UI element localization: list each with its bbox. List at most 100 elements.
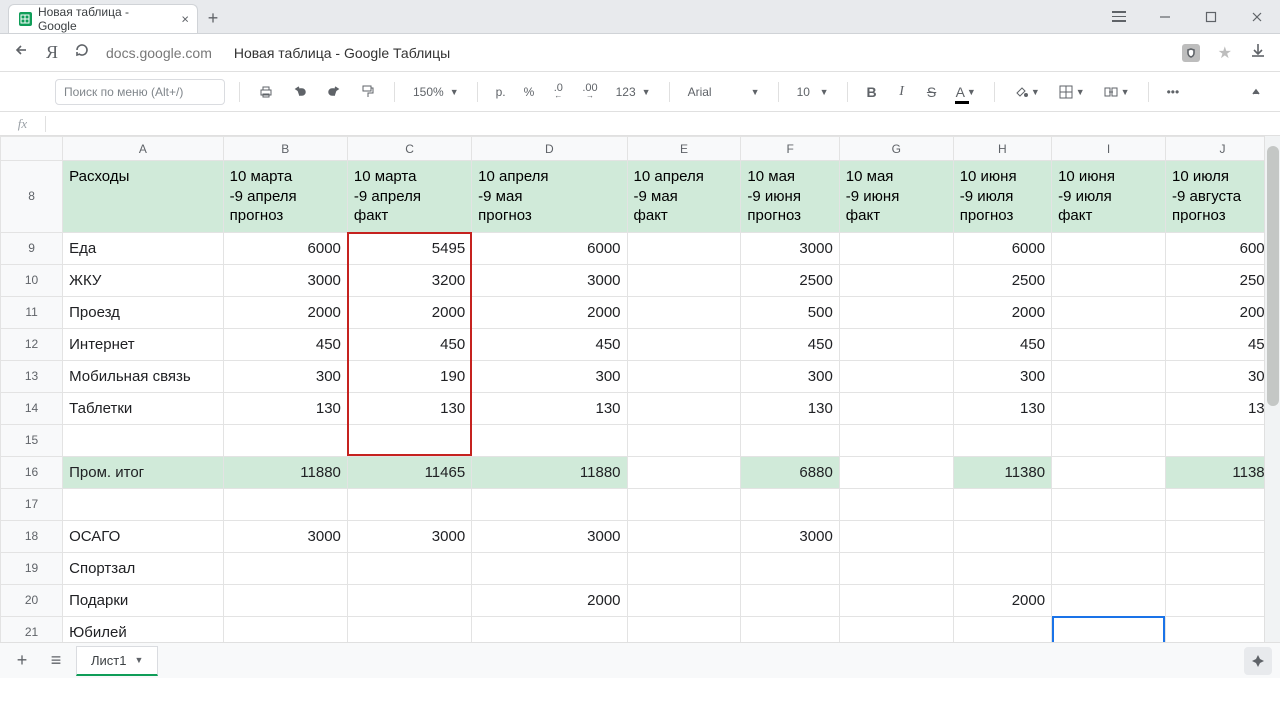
cell[interactable] <box>627 296 741 328</box>
row-header[interactable]: 8 <box>1 161 63 233</box>
cell[interactable] <box>627 360 741 392</box>
cell[interactable]: Интернет <box>63 328 224 360</box>
decrease-decimal-button[interactable]: .0← <box>548 79 568 105</box>
tab-close-icon[interactable]: × <box>181 12 189 27</box>
cell[interactable] <box>1052 488 1166 520</box>
cell[interactable]: 3000 <box>741 520 839 552</box>
back-button[interactable] <box>14 42 30 63</box>
bookmark-star-icon[interactable]: ★ <box>1218 43 1232 63</box>
cell[interactable] <box>1052 392 1166 424</box>
column-header[interactable]: B <box>223 137 347 161</box>
cell[interactable]: 2000 <box>953 584 1051 616</box>
cell[interactable]: 2000 <box>1165 296 1279 328</box>
header-cell[interactable]: Расходы <box>63 161 224 233</box>
font-family-select[interactable]: Arial▼ <box>684 85 764 99</box>
cell[interactable] <box>1052 296 1166 328</box>
window-close-button[interactable] <box>1234 0 1280 33</box>
cell[interactable] <box>1052 552 1166 584</box>
cell[interactable] <box>1052 424 1166 456</box>
cell[interactable] <box>627 264 741 296</box>
window-maximize-button[interactable] <box>1188 0 1234 33</box>
cell[interactable]: 2000 <box>953 296 1051 328</box>
row-header[interactable]: 15 <box>1 424 63 456</box>
cell[interactable]: 2000 <box>472 296 627 328</box>
cell[interactable] <box>953 424 1051 456</box>
cell[interactable]: 190 <box>347 360 471 392</box>
row-header[interactable]: 17 <box>1 488 63 520</box>
cell[interactable]: 6000 <box>472 232 627 264</box>
row-header[interactable]: 10 <box>1 264 63 296</box>
cell[interactable] <box>1052 456 1166 488</box>
cell[interactable] <box>741 424 839 456</box>
cell[interactable]: Спортзал <box>63 552 224 584</box>
row-header[interactable]: 13 <box>1 360 63 392</box>
cell[interactable] <box>839 424 953 456</box>
cell[interactable] <box>347 488 471 520</box>
cell[interactable]: Пром. итог <box>63 456 224 488</box>
cell[interactable]: 2000 <box>347 296 471 328</box>
cell[interactable] <box>347 584 471 616</box>
cell[interactable] <box>1165 488 1279 520</box>
column-header[interactable]: H <box>953 137 1051 161</box>
cell[interactable] <box>472 488 627 520</box>
cell[interactable]: Подарки <box>63 584 224 616</box>
cell[interactable]: 5495 <box>347 232 471 264</box>
cell[interactable]: 500 <box>741 296 839 328</box>
cell[interactable]: 11880 <box>223 456 347 488</box>
cell[interactable]: 3000 <box>472 520 627 552</box>
cell[interactable]: 11380 <box>953 456 1051 488</box>
cell[interactable] <box>839 520 953 552</box>
cell[interactable] <box>1052 520 1166 552</box>
cell[interactable] <box>953 552 1051 584</box>
cell[interactable] <box>1165 584 1279 616</box>
column-header[interactable] <box>1 137 63 161</box>
cell[interactable] <box>839 488 953 520</box>
cell[interactable]: 6000 <box>953 232 1051 264</box>
cell[interactable]: Проезд <box>63 296 224 328</box>
cell[interactable] <box>627 488 741 520</box>
sheet-tab[interactable]: Лист1▼ <box>76 646 158 676</box>
cell[interactable]: 11380 <box>1165 456 1279 488</box>
cell[interactable]: 3000 <box>223 520 347 552</box>
cell[interactable] <box>741 584 839 616</box>
cell[interactable]: 3000 <box>472 264 627 296</box>
row-header[interactable]: 11 <box>1 296 63 328</box>
cell[interactable] <box>627 392 741 424</box>
row-header[interactable]: 12 <box>1 328 63 360</box>
cell[interactable] <box>839 392 953 424</box>
browser-menu-icon[interactable] <box>1096 0 1142 33</box>
cell[interactable] <box>627 328 741 360</box>
all-sheets-button[interactable]: ≡ <box>42 647 70 675</box>
new-tab-button[interactable]: + <box>198 4 228 33</box>
row-header[interactable]: 9 <box>1 232 63 264</box>
cell[interactable] <box>1165 552 1279 584</box>
cell[interactable] <box>627 456 741 488</box>
vertical-scrollbar[interactable] <box>1264 136 1280 678</box>
protect-icon[interactable] <box>1182 44 1200 62</box>
cell[interactable]: 3000 <box>223 264 347 296</box>
column-header[interactable]: D <box>472 137 627 161</box>
cell[interactable] <box>627 552 741 584</box>
row-header[interactable]: 20 <box>1 584 63 616</box>
cell[interactable] <box>1165 520 1279 552</box>
cell[interactable] <box>223 552 347 584</box>
paint-format-button[interactable] <box>356 79 380 105</box>
header-cell[interactable]: 10 марта-9 апреляфакт <box>347 161 471 233</box>
column-header[interactable]: G <box>839 137 953 161</box>
increase-decimal-button[interactable]: .00→ <box>578 79 601 105</box>
cell[interactable] <box>953 488 1051 520</box>
column-header[interactable]: F <box>741 137 839 161</box>
cell[interactable] <box>627 424 741 456</box>
cell[interactable]: 130 <box>953 392 1051 424</box>
cell[interactable]: 11880 <box>472 456 627 488</box>
cell[interactable] <box>1052 360 1166 392</box>
cell[interactable]: 450 <box>953 328 1051 360</box>
cell[interactable]: 6000 <box>223 232 347 264</box>
cell[interactable]: 2500 <box>741 264 839 296</box>
cell[interactable] <box>472 552 627 584</box>
cell[interactable] <box>1052 584 1166 616</box>
cell[interactable] <box>741 488 839 520</box>
borders-button[interactable]: ▼ <box>1054 79 1089 105</box>
cell[interactable] <box>347 552 471 584</box>
cell[interactable]: 450 <box>1165 328 1279 360</box>
